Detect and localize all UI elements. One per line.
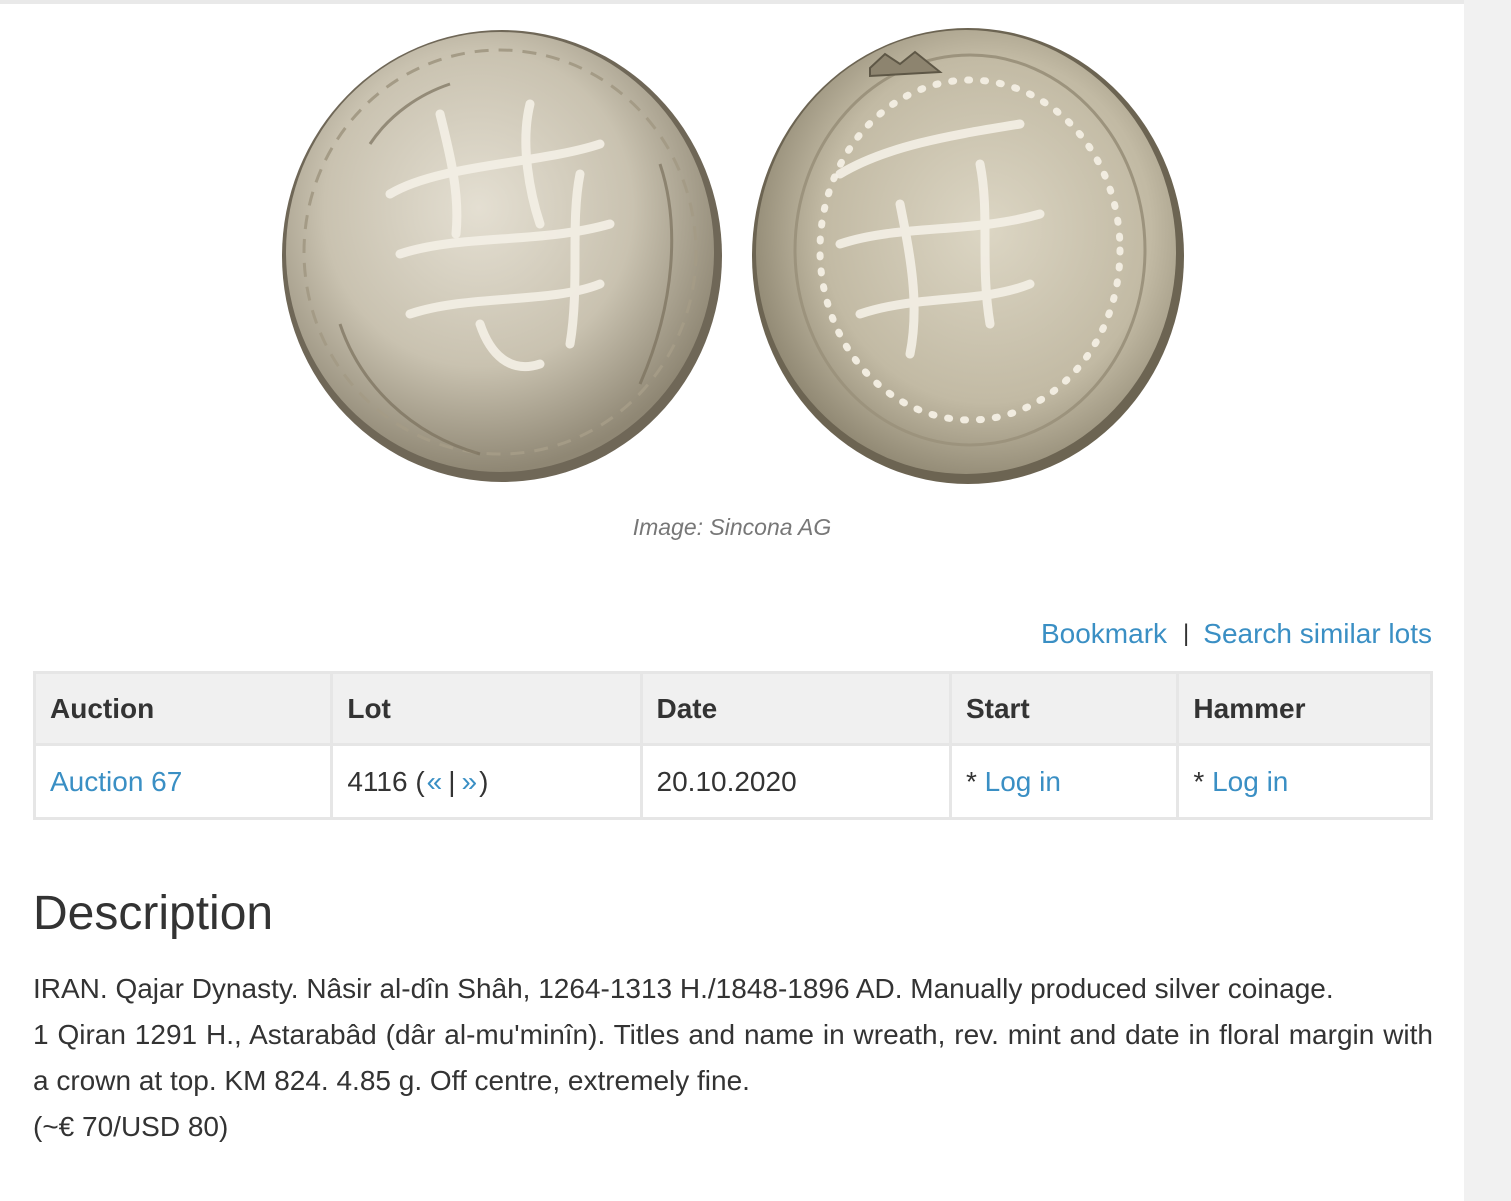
table-row: Auction 67 4116 (« |») 20.10.2020 * Log i…	[32, 743, 1433, 820]
actions-separator: |	[1183, 620, 1190, 647]
image-caption: Image: Sincona AG	[632, 514, 832, 540]
header-lot: Lot	[330, 671, 643, 746]
hammer-asterisk: *	[1193, 765, 1213, 797]
header-hammer: Hammer	[1176, 671, 1433, 746]
description-paragraph: IRAN. Qajar Dynasty. Nâsir al-dîn Shâh, …	[33, 973, 1334, 1004]
cell-lot: 4116 (« |»)	[330, 743, 643, 820]
page-gutter	[1464, 0, 1511, 1201]
coin-image[interactable]	[280, 24, 1190, 494]
next-lot-link[interactable]: »	[460, 766, 480, 797]
lot-info-table: Auction Lot Date Start Hammer Auction 67…	[32, 671, 1433, 820]
header-start: Start	[948, 671, 1180, 746]
lot-number: 4116	[347, 765, 408, 797]
coin-reverse	[752, 28, 1184, 484]
auction-link[interactable]: Auction 67	[50, 766, 182, 797]
header-date: Date	[639, 671, 952, 746]
description-paragraph: 1 Qiran 1291 H., Astarabâd (dâr al-mu'mi…	[33, 1019, 1433, 1096]
cell-date: 20.10.2020	[639, 743, 952, 820]
cell-auction: Auction 67	[32, 743, 334, 820]
table-header-row: Auction Lot Date Start Hammer	[32, 671, 1433, 746]
lot-close-paren: )	[479, 765, 489, 797]
lot-page: Image: Sincona AG Bookmark | Search simila…	[0, 0, 1464, 1201]
bookmark-link[interactable]: Bookmark	[1041, 618, 1167, 649]
coin-illustration	[282, 28, 1184, 484]
start-login-link[interactable]: Log in	[985, 766, 1061, 797]
hammer-login-link[interactable]: Log in	[1212, 766, 1288, 797]
lot-open-paren: (	[407, 765, 425, 797]
estimate-text: (~€ 70/USD 80)	[33, 1111, 229, 1142]
description-body: IRAN. Qajar Dynasty. Nâsir al-dîn Shâh, …	[33, 966, 1433, 1150]
header-auction: Auction	[32, 671, 334, 746]
cell-start: * Log in	[948, 743, 1180, 820]
coin-obverse	[282, 30, 722, 482]
description-heading: Description	[33, 887, 274, 940]
start-asterisk: *	[965, 765, 985, 797]
lot-nav-separator: |	[448, 765, 456, 797]
cell-hammer: * Log in	[1176, 743, 1433, 820]
previous-lot-link[interactable]: «	[425, 766, 445, 797]
search-similar-lots-link[interactable]: Search similar lots	[1203, 618, 1432, 649]
lot-actions: Bookmark | Search similar lots	[1041, 618, 1432, 650]
